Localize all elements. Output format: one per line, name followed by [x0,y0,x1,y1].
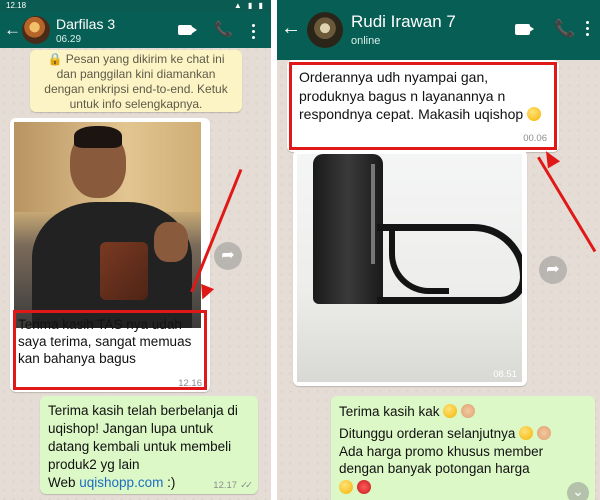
chevron-down-icon: ⌄ [572,483,584,499]
incoming-message-text: Orderannya udh nyampai gan, produknya ba… [299,69,524,122]
right-chat-screenshot: ← Rudi Irawan 7 online 📞 Orderannya udh … [277,0,600,500]
outgoing-message[interactable]: Terima kasih kak Ditunggu orderan selanj… [331,396,595,500]
encryption-notice[interactable]: 🔒 Pesan yang dikirim ke chat ini dan pan… [30,50,242,112]
contact-name[interactable]: Rudi Irawan 7 [351,12,456,32]
read-ticks-icon: ✓✓ [240,480,253,491]
forward-button[interactable]: ➦ [214,242,242,270]
status-icons: ▲ ▮ ▮ [233,1,265,10]
contact-name[interactable]: Darfilas 3 [56,16,115,32]
forward-button[interactable]: ➦ [539,256,567,284]
chat-header: ← Darfilas 3 06.29 📞 [0,12,271,48]
pray-emoji-icon [461,404,476,418]
encryption-notice-text: 🔒 Pesan yang dikirim ke chat ini dan pan… [44,52,228,111]
ok-hand-emoji-icon [536,426,551,440]
smile-emoji-icon [443,404,458,418]
scroll-down-button[interactable]: ⌄ [567,482,589,500]
incoming-message[interactable]: Orderannya udh nyampai gan, produknya ba… [287,60,559,152]
voice-call-icon[interactable]: 📞 [214,22,233,37]
contact-last-seen: 06.29 [56,34,82,45]
web-prefix: Web [48,475,80,490]
website-link[interactable]: uqishopp.com [79,475,163,490]
chat-header: ← Rudi Irawan 7 online 📞 [277,0,600,60]
contact-online-status: online [351,35,381,47]
forward-icon: ➦ [546,261,560,278]
outgoing-line-2: Ditunggu orderan selanjutnya [339,426,516,441]
outgoing-message[interactable]: Terima kasih telah berbelanja di uqishop… [40,396,258,494]
incoming-photo-message[interactable]: Terima kasih TAS nya udah saya terima, s… [10,118,210,392]
photo-time: 08.51 [493,369,517,380]
back-arrow-icon[interactable]: ← [4,21,21,38]
incoming-message-text: Terima kasih TAS nya udah saya terima, s… [18,317,192,366]
back-arrow-icon[interactable]: ← [281,18,301,38]
smile-emoji-icon [527,107,542,121]
message-time: 12.17 ✓✓ [213,480,253,491]
heart-emoji-icon [357,480,372,494]
link-suffix: :) [163,475,176,490]
outgoing-message-text: Terima kasih telah berbelanja di uqishop… [48,403,238,472]
customer-photo-with-bag[interactable] [14,122,201,328]
incoming-photo-message[interactable]: 08.51 [293,150,527,386]
forward-icon: ➦ [221,247,235,264]
contact-avatar[interactable] [307,12,343,48]
status-bar: 12.18 ▲ ▮ ▮ [0,0,271,12]
video-call-icon[interactable] [515,24,530,35]
overflow-menu-icon[interactable] [252,24,256,42]
heart-eyes-emoji-icon [339,480,353,494]
wink-emoji-icon [519,426,534,440]
outgoing-line-1: Terima kasih kak [339,404,440,419]
contact-avatar[interactable] [22,16,50,44]
overflow-menu-icon[interactable] [586,21,590,39]
message-time: 00.06 [523,133,547,144]
outgoing-line-3: Ada harga promo khusus member dengan ban… [339,444,544,476]
voice-call-icon[interactable]: 📞 [554,20,575,37]
product-photo-bag[interactable] [297,154,522,382]
video-call-icon[interactable] [178,25,192,35]
message-time: 12.16 [178,378,202,389]
left-chat-screenshot: 12.18 ▲ ▮ ▮ ← Darfilas 3 06.29 📞 🔒 Pesan… [0,0,271,500]
status-time: 12.18 [6,1,27,10]
